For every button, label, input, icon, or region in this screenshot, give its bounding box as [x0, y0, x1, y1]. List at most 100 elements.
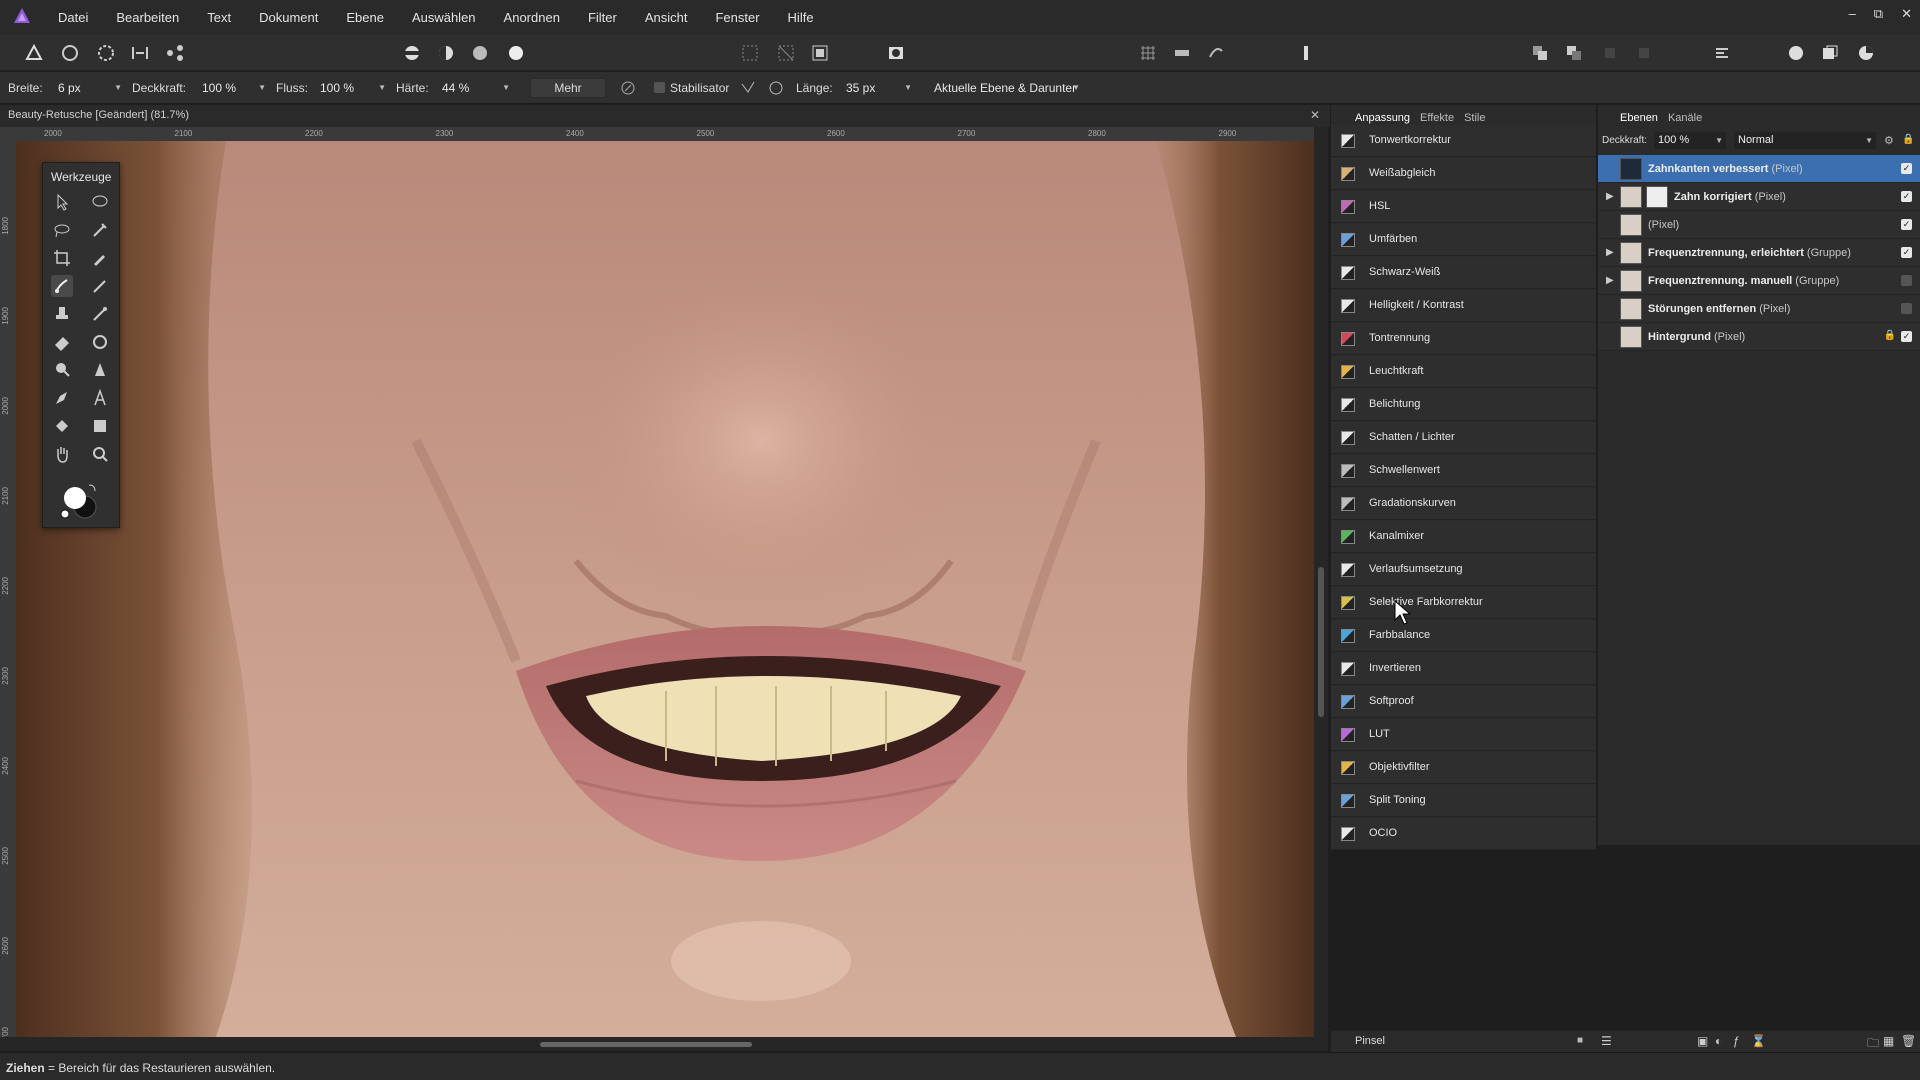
selection-brush-tool-icon[interactable] — [89, 191, 111, 213]
color-swatches-icon[interactable] — [53, 481, 103, 521]
expand-arrow-icon[interactable]: ▶ — [1606, 275, 1614, 286]
tone-mapping-persona-icon[interactable] — [130, 43, 150, 63]
zoom-tool-icon[interactable] — [89, 443, 111, 465]
add-layer-icon[interactable]: ▦ — [1883, 1034, 1894, 1048]
layer-row[interactable]: ▶ Frequenztrennung, erleichtert (Gruppe) ✓ — [1598, 239, 1920, 267]
photo-persona-icon[interactable] — [24, 43, 44, 63]
lasso-tool-icon[interactable] — [51, 219, 73, 241]
menu-hilfe[interactable]: Hilfe — [788, 0, 814, 35]
arrange-backward-icon[interactable] — [1634, 43, 1654, 63]
auto-levels-icon[interactable] — [402, 43, 422, 63]
pen-tool-icon[interactable] — [51, 387, 73, 409]
brush-panel-label[interactable]: Pinsel — [1355, 1035, 1385, 1047]
length-field[interactable]: 35 px ▼ — [842, 79, 914, 97]
adjustment-item[interactable]: OCIO — [1331, 818, 1596, 850]
selection-marquee-icon[interactable] — [740, 43, 760, 63]
auto-colors-icon[interactable] — [470, 43, 490, 63]
layer-visibility-checkbox[interactable]: ✓ — [1901, 331, 1912, 342]
mask-icon[interactable]: ▣ — [1697, 1034, 1708, 1048]
adjustment-item[interactable]: Kanalmixer — [1331, 521, 1596, 553]
adjustment-item[interactable]: Tonwertkorrektur — [1331, 125, 1596, 157]
layer-row[interactable]: (Pixel) ✓ — [1598, 211, 1920, 239]
layer-opacity-field[interactable]: 100 % ▼ — [1654, 132, 1726, 149]
auto-white-balance-icon[interactable] — [506, 43, 526, 63]
menu-datei[interactable]: Datei — [58, 0, 88, 35]
menu-filter[interactable]: Filter — [588, 0, 617, 35]
adjustment-item[interactable]: Verlaufsumsetzung — [1331, 554, 1596, 586]
adjustment-item[interactable]: Belichtung — [1331, 389, 1596, 421]
rope-mode-icon[interactable] — [740, 80, 756, 96]
pressure-icon[interactable] — [620, 80, 636, 96]
info-icon[interactable] — [1296, 43, 1316, 63]
layer-row[interactable]: Störungen entfernen (Pixel) — [1598, 295, 1920, 323]
layer-row[interactable]: Hintergrund (Pixel) 🔒 ✓ — [1598, 323, 1920, 351]
layer-visibility-checkbox[interactable]: ✓ — [1901, 219, 1912, 230]
menu-text[interactable]: Text — [207, 0, 231, 35]
canvas[interactable] — [16, 141, 1314, 1037]
menu-dokument[interactable]: Dokument — [259, 0, 318, 35]
adjustment-item[interactable]: Selektive Farbkorrektur — [1331, 587, 1596, 619]
tab-ebenen[interactable]: Ebenen — [1620, 109, 1658, 127]
window-mode-icon[interactable] — [768, 80, 784, 96]
menu-anordnen[interactable]: Anordnen — [504, 0, 560, 35]
crop-tool-icon[interactable] — [51, 247, 73, 269]
hardness-field[interactable]: 44 % ▼ — [438, 79, 512, 97]
undo-brush-icon[interactable] — [1206, 43, 1226, 63]
adjustment-layer-icon[interactable]: ◐ — [1715, 1034, 1722, 1048]
adjustment-item[interactable]: Split Toning — [1331, 785, 1596, 817]
arrange-forward-icon[interactable] — [1600, 43, 1620, 63]
arrange-back-icon[interactable] — [1564, 43, 1584, 63]
color-studio-icon[interactable] — [1856, 43, 1876, 63]
adjustment-item[interactable]: Schwellenwert — [1331, 455, 1596, 487]
adjustment-item[interactable]: Umfärben — [1331, 224, 1596, 256]
adjustment-item[interactable]: Gradationskurven — [1331, 488, 1596, 520]
menu-ebene[interactable]: Ebene — [346, 0, 384, 35]
layers-stack-icon[interactable]: ☰ — [1601, 1034, 1612, 1048]
document-tab[interactable]: Beauty-Retusche [Geändert] (81.7%) ✕ — [0, 105, 1330, 127]
panel-menu-icon[interactable]: ■ — [1577, 1035, 1583, 1046]
menu-auswaehlen[interactable]: Auswählen — [412, 0, 476, 35]
align-icon[interactable] — [1712, 43, 1732, 63]
layer-visibility-checkbox[interactable] — [1901, 275, 1912, 286]
live-filter-icon[interactable]: ⌛ — [1751, 1034, 1766, 1048]
gear-icon[interactable]: ⚙ — [1884, 134, 1894, 147]
develop-persona-icon[interactable] — [96, 43, 116, 63]
quick-mask-icon[interactable] — [886, 43, 906, 63]
paint-brush-tool-icon[interactable] — [89, 275, 111, 297]
export-persona-icon[interactable] — [165, 43, 185, 63]
adjustment-item[interactable]: Softproof — [1331, 686, 1596, 718]
vertical-scrollbar[interactable] — [1314, 127, 1328, 1037]
lock-icon[interactable]: 🔒 — [1884, 330, 1896, 341]
move-tool-icon[interactable] — [51, 191, 73, 213]
layer-studio-icon[interactable] — [1820, 43, 1840, 63]
adjustment-item[interactable]: Helligkeit / Kontrast — [1331, 290, 1596, 322]
sample-source-dropdown[interactable]: Aktuelle Ebene & Darunter ▼ — [930, 79, 1082, 97]
menu-bearbeiten[interactable]: Bearbeiten — [116, 0, 179, 35]
adjustment-item[interactable]: Invertieren — [1331, 653, 1596, 685]
rectangle-tool-icon[interactable] — [89, 415, 111, 437]
layer-visibility-checkbox[interactable] — [1901, 303, 1912, 314]
adjustment-item[interactable]: LUT — [1331, 719, 1596, 751]
adjustment-item[interactable]: Farbbalance — [1331, 620, 1596, 652]
flow-field[interactable]: 100 % ▼ — [316, 79, 388, 97]
adjustment-item[interactable]: Weißabgleich — [1331, 158, 1596, 190]
vertical-scroll-thumb[interactable] — [1318, 567, 1324, 717]
eraser-tool-icon[interactable] — [51, 331, 73, 353]
stabilizer-checkbox[interactable] — [654, 82, 665, 93]
hand-tool-icon[interactable] — [51, 443, 73, 465]
layer-visibility-checkbox[interactable]: ✓ — [1901, 191, 1912, 202]
restore-icon[interactable]: ⧉ — [1874, 6, 1883, 22]
text-tool-icon[interactable] — [89, 387, 111, 409]
invert-selection-icon[interactable] — [810, 43, 830, 63]
minimize-icon[interactable]: – — [1849, 6, 1856, 22]
healing-brush-tool-icon[interactable] — [89, 331, 111, 353]
layer-visibility-checkbox[interactable]: ✓ — [1901, 247, 1912, 258]
layer-row[interactable]: ▶ Frequenztrennung. manuell (Gruppe) — [1598, 267, 1920, 295]
tab-kanaele[interactable]: Kanäle — [1668, 109, 1702, 127]
assistant-icon[interactable] — [1172, 43, 1192, 63]
adjustment-item[interactable]: Objektivfilter — [1331, 752, 1596, 784]
blend-mode-dropdown[interactable]: Normal ▼ — [1734, 132, 1876, 149]
close-window-icon[interactable]: ✕ — [1901, 6, 1912, 22]
sharpen-tool-icon[interactable] — [89, 359, 111, 381]
layer-visibility-checkbox[interactable]: ✓ — [1901, 163, 1912, 174]
